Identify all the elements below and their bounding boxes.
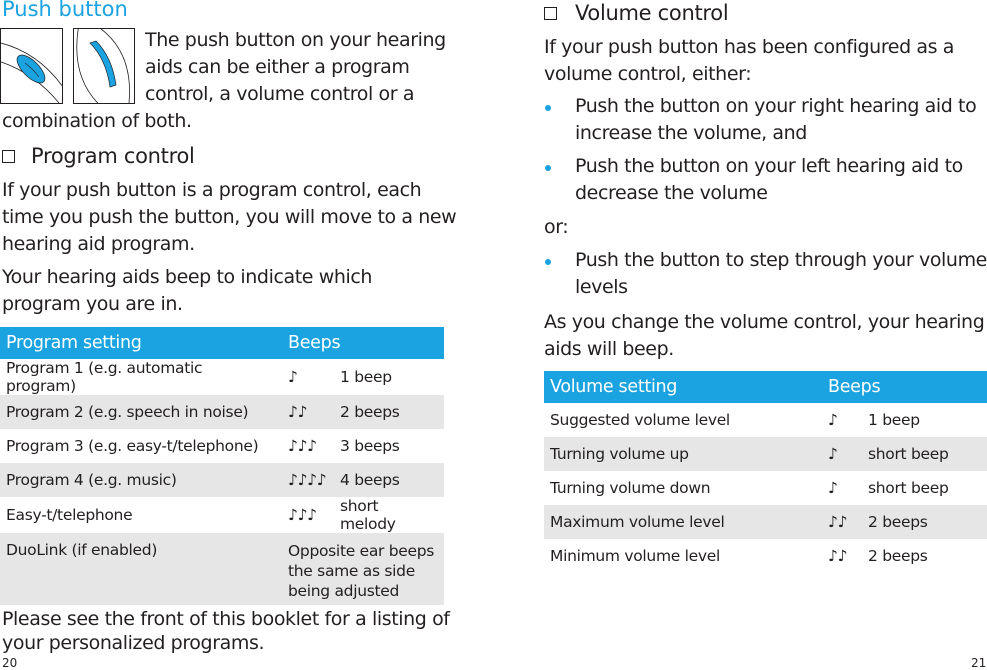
table-row: Program 1 (e.g. automatic program) ♪ 1 b… [6,359,392,395]
column-header-setting: Volume setting [544,371,822,403]
music-note-icon: ♪♪♪ [288,437,317,455]
program-control-heading: Program control [2,144,195,168]
table-row: Program 3 (e.g. easy-t/telephone) ♪♪♪ 3 … [0,429,444,463]
table-header: Volume setting Beeps [544,371,987,403]
table-row: Turning volume up ♪ short beep [544,437,987,471]
table-row: Easy-t/telephone ♪♪♪ short melody [6,497,396,533]
intro-text: The push button on your hearing aids can… [145,29,446,105]
table-row: Program 2 (e.g. speech in noise) ♪♪ 2 be… [0,395,444,429]
volume-control-intro: If your push button has been configured … [544,36,955,85]
volume-table: Volume setting Beeps Suggested volume le… [544,371,987,573]
table-row: Turning volume down ♪ short beep [544,471,987,505]
program-table: Program setting Beeps Program 1 (e.g. au… [0,327,444,605]
checkbox-icon [2,150,15,163]
column-header-beeps: Beeps [822,371,987,403]
bullet-icon [545,165,551,171]
table-row: Minimum volume level ♪♪ 2 beeps [544,539,987,573]
bullet-icon [545,105,551,111]
music-note-icon: ♪♪ [822,505,862,539]
table-row: Suggested volume level ♪ 1 beep [544,403,987,437]
footer-text: Please see the front of this booklet for… [2,608,450,654]
column-header-setting: Program setting [0,327,282,359]
hearing-aid-illustration-volume [73,28,135,104]
volume-beep-paragraph: As you change the volume control, your h… [544,311,985,360]
music-note-icon: ♪♪ [828,547,848,565]
music-note-icon: ♪ [828,411,838,429]
music-note-icon: ♪ [822,437,862,471]
music-note-icon: ♪♪ [282,395,334,429]
bullet-item: Push the button on your left hearing aid… [575,155,963,204]
program-control-paragraph: If your push button is a program control… [2,179,457,255]
or-label: or: [544,216,569,238]
music-note-icon: ♪♪♪♪ [282,463,334,497]
beep-indicator-paragraph: Your hearing aids beep to indicate which… [2,266,373,315]
bullet-item: Push the button to step through your vol… [575,249,987,298]
volume-control-heading: Volume control [544,1,729,25]
checkbox-icon [544,7,557,20]
page-number-left: 20 [2,656,18,670]
table-row: Program 4 (e.g. music) ♪♪♪♪ 4 beeps [0,463,444,497]
table-header: Program setting Beeps [0,327,444,359]
page-number-right: 21 [971,656,987,670]
bullet-icon [545,259,551,265]
music-note-icon: ♪ [828,479,838,497]
bullet-item: Push the button on your right hearing ai… [575,95,977,144]
page-title: Push button [2,0,128,21]
table-row: DuoLink (if enabled) Opposite ear beeps … [0,533,444,605]
intro-text-end: combination of both. [2,110,192,132]
column-header-beeps: Beeps [282,327,444,359]
music-note-icon: ♪♪♪ [288,506,317,524]
table-row: Maximum volume level ♪♪ 2 beeps [544,505,987,539]
music-note-icon: ♪ [288,368,298,386]
hearing-aid-illustration-program [0,28,63,104]
